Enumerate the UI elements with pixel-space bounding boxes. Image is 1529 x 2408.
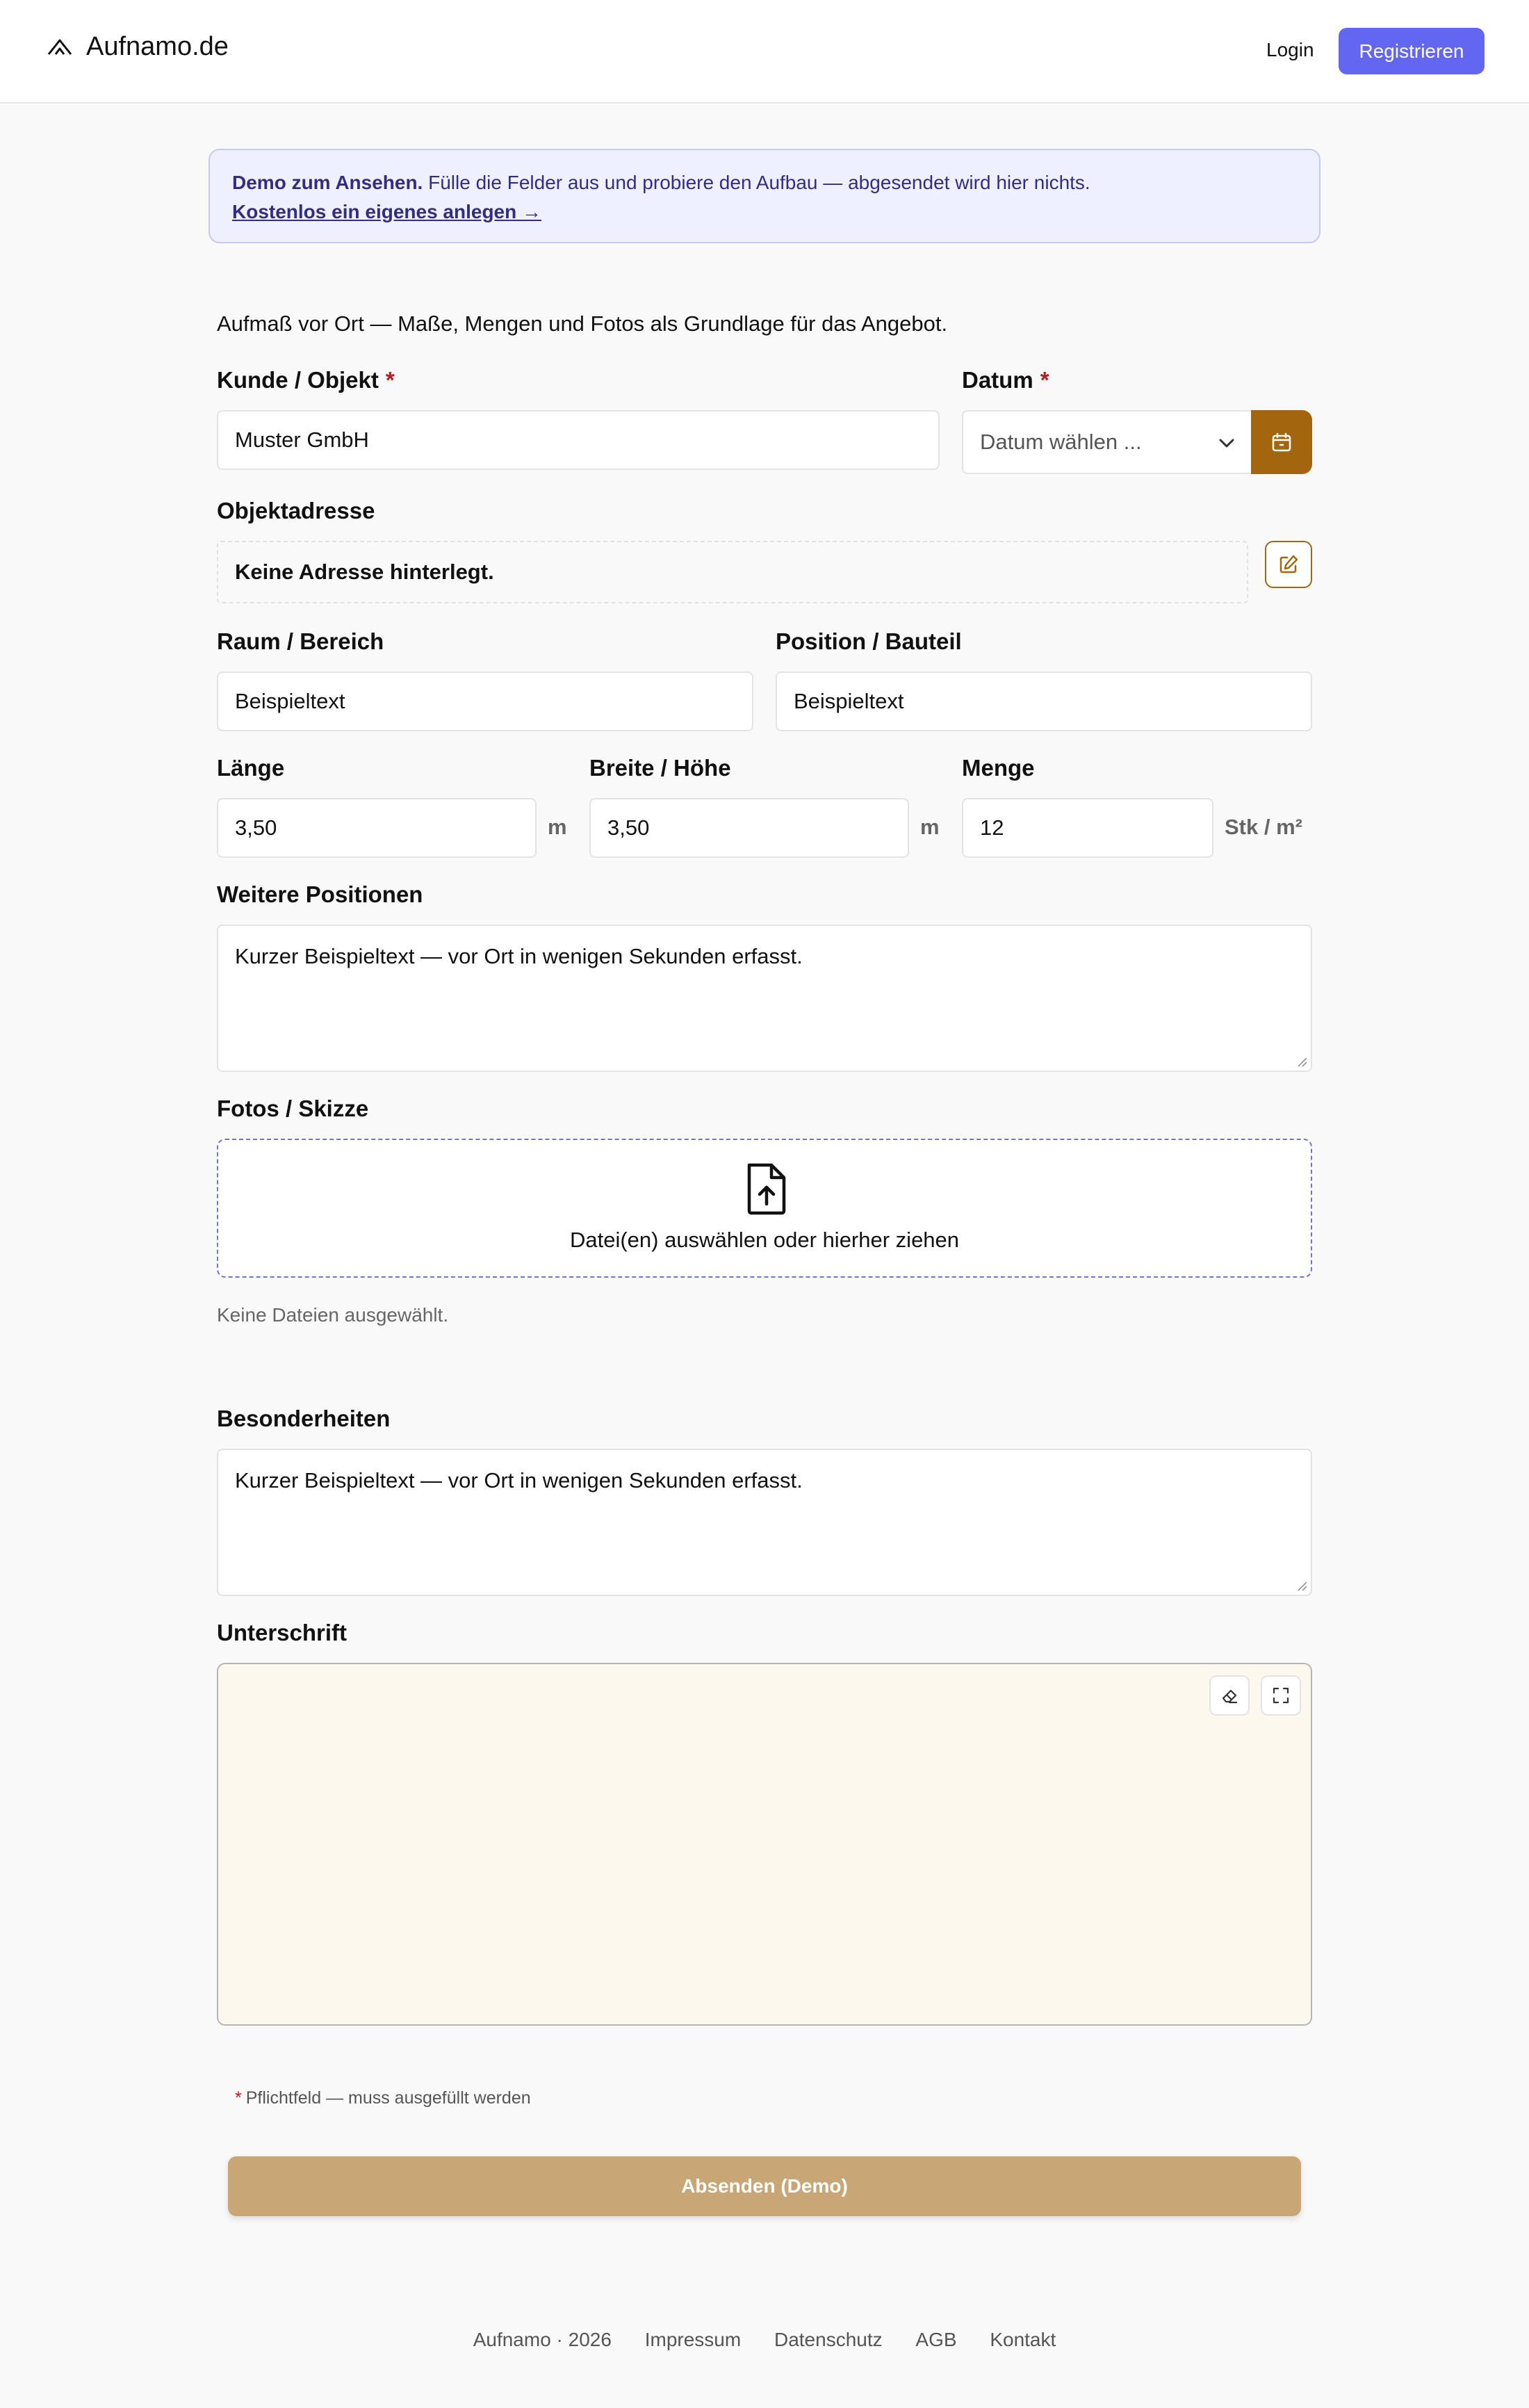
quantity-unit: Stk / m²	[1225, 815, 1302, 839]
customer-label: Kunde / Objekt *	[217, 367, 395, 393]
banner-title: Demo zum Ansehen.	[232, 172, 423, 193]
room-input[interactable]: Beispieltext	[217, 672, 753, 731]
top-nav: Aufnamo.de Login Registrieren	[0, 0, 1529, 104]
required-star: *	[385, 367, 395, 393]
quantity-input[interactable]: 12	[962, 798, 1213, 858]
quantity-label: Menge	[962, 755, 1035, 781]
signature-pad[interactable]	[217, 1663, 1312, 2026]
position-label: Position / Bauteil	[776, 628, 962, 654]
room-label: Raum / Bereich	[217, 628, 384, 654]
length-value: 3,50	[235, 815, 277, 840]
signature-label: Unterschrift	[217, 1620, 348, 1645]
calendar-icon	[1272, 432, 1291, 452]
more-positions-textarea[interactable]: Kurzer Beispieltext — vor Ort in wenigen…	[217, 925, 1312, 1072]
clear-signature-button[interactable]	[1209, 1675, 1250, 1716]
calendar-button[interactable]	[1251, 410, 1312, 474]
footer: Aufnamo · 2026 Impressum Datenschutz AGB…	[0, 2329, 1529, 2351]
width-label: Breite / Höhe	[589, 755, 731, 781]
notes-label: Besonderheiten	[217, 1406, 391, 1431]
required-star: *	[1040, 367, 1049, 393]
length-label: Länge	[217, 755, 285, 781]
resize-grip-icon[interactable]	[1297, 1581, 1308, 1592]
footer-link-datenschutz[interactable]: Datenschutz	[774, 2329, 883, 2350]
width-value: 3,50	[607, 815, 650, 840]
width-input[interactable]: 3,50	[589, 798, 909, 858]
footer-copyright: Aufnamo · 2026	[473, 2329, 612, 2350]
position-input[interactable]: Beispieltext	[776, 672, 1312, 731]
demo-banner: Demo zum Ansehen. Fülle die Felder aus u…	[208, 149, 1320, 243]
quantity-value: 12	[980, 815, 1004, 840]
edit-address-button[interactable]	[1265, 541, 1312, 588]
required-note: * Pflichtfeld — muss ausgefüllt werden	[235, 2088, 531, 2108]
position-value: Beispieltext	[794, 689, 904, 713]
address-label: Objektadresse	[217, 498, 375, 523]
banner-text: Fülle die Felder aus und probiere den Au…	[423, 172, 1090, 193]
address-value: Keine Adresse hinterlegt.	[235, 560, 494, 584]
login-link[interactable]: Login	[1266, 39, 1314, 61]
length-unit: m	[548, 815, 567, 839]
file-dropzone[interactable]: Datei(en) auswählen oder hierher ziehen	[217, 1139, 1312, 1278]
address-display: Keine Adresse hinterlegt.	[217, 541, 1248, 603]
notes-textarea[interactable]: Kurzer Beispieltext — vor Ort in wenigen…	[217, 1449, 1312, 1596]
resize-grip-icon[interactable]	[1297, 1057, 1308, 1068]
submit-button[interactable]: Absenden (Demo)	[228, 2156, 1301, 2216]
customer-value: Muster GmbH	[235, 428, 369, 452]
eraser-icon	[1222, 1689, 1238, 1704]
register-button[interactable]: Registrieren	[1339, 28, 1485, 74]
notes-value: Kurzer Beispieltext — vor Ort in wenigen…	[235, 1468, 803, 1492]
fullscreen-signature-button[interactable]	[1261, 1675, 1301, 1716]
room-value: Beispieltext	[235, 689, 345, 713]
dropzone-text: Datei(en) auswählen oder hierher ziehen	[569, 1228, 960, 1252]
width-unit: m	[920, 815, 940, 839]
file-upload-icon	[747, 1163, 786, 1215]
chevron-down-icon	[1219, 439, 1234, 448]
date-placeholder: Datum wählen ...	[980, 430, 1142, 454]
file-status: Keine Dateien ausgewählt.	[217, 1304, 449, 1326]
more-positions-label: Weitere Positionen	[217, 881, 423, 907]
footer-link-kontakt[interactable]: Kontakt	[990, 2329, 1056, 2350]
brand-logo[interactable]: Aufnamo.de	[46, 32, 229, 62]
required-star: *	[235, 2088, 242, 2108]
date-label-text: Datum	[962, 367, 1033, 393]
fullscreen-icon	[1273, 1687, 1289, 1704]
customer-label-text: Kunde / Objekt	[217, 367, 379, 393]
more-positions-value: Kurzer Beispieltext — vor Ort in wenigen…	[235, 944, 803, 968]
date-label: Datum *	[962, 367, 1049, 393]
photos-label: Fotos / Skizze	[217, 1096, 369, 1121]
create-account-link[interactable]: Kostenlos ein eigenes anlegen →	[232, 197, 541, 227]
date-select[interactable]: Datum wählen ...	[962, 410, 1252, 474]
footer-link-impressum[interactable]: Impressum	[645, 2329, 741, 2350]
customer-input[interactable]: Muster GmbH	[217, 410, 940, 470]
brand-name: Aufnamo.de	[86, 32, 229, 61]
form-intro: Aufmaß vor Ort — Maße, Mengen und Fotos …	[217, 311, 948, 336]
edit-icon	[1279, 555, 1298, 573]
required-note-text: Pflichtfeld — muss ausgefüllt werden	[245, 2088, 531, 2108]
footer-link-agb[interactable]: AGB	[915, 2329, 956, 2350]
logo-icon	[47, 39, 72, 55]
length-input[interactable]: 3,50	[217, 798, 537, 858]
